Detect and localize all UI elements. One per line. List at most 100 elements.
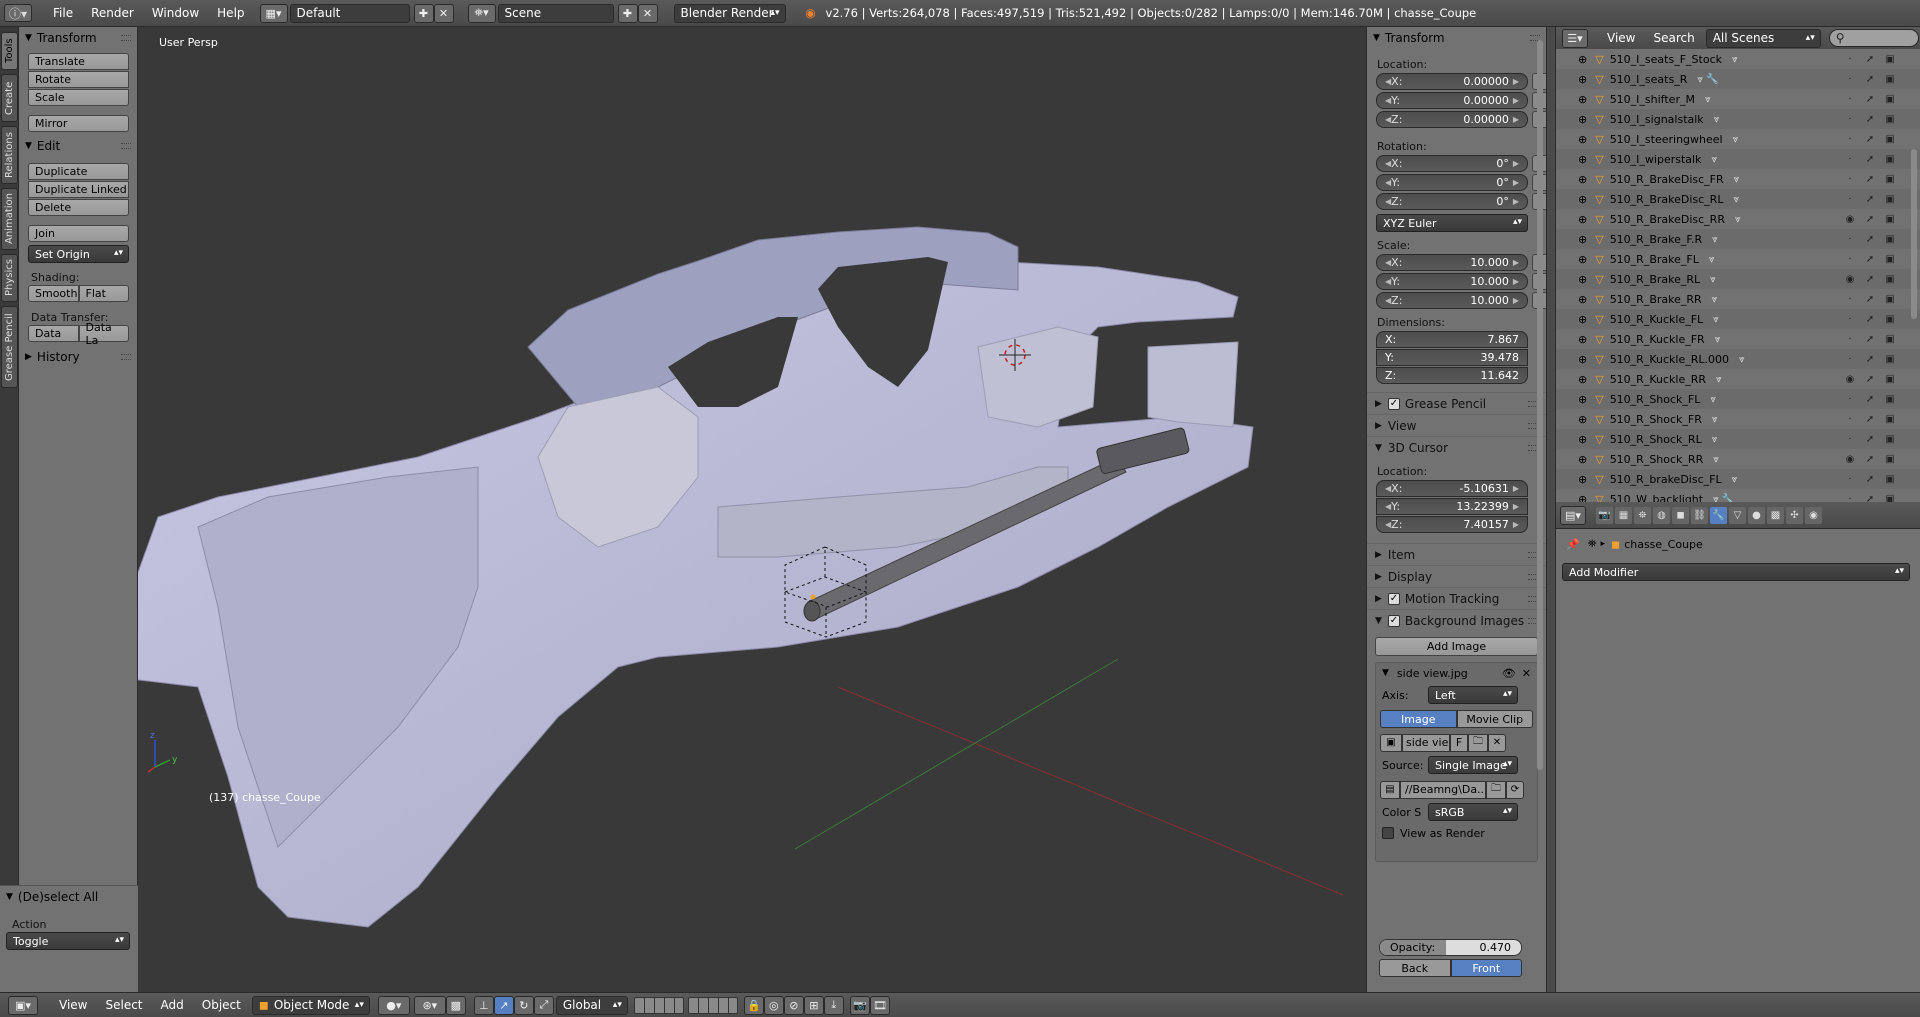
object-name[interactable]: 510_R_Brake_RR <box>1610 293 1702 306</box>
back-button[interactable]: Back <box>1379 959 1451 977</box>
camera-icon[interactable]: ▣ <box>1884 153 1896 165</box>
cursor-z-field[interactable]: ◀ Z: 7.40157 ▶ <box>1376 516 1528 533</box>
view-as-render-row[interactable]: View as Render <box>1376 825 1537 841</box>
cursor-arrow-icon[interactable]: ➚ <box>1864 73 1876 85</box>
tab-relations[interactable]: Relations <box>1 126 18 184</box>
outliner-row[interactable]: ⊕ ▽ 510_I_seats_R ⩔ 🔧 · ➚ ▣ <box>1556 69 1920 89</box>
object-name[interactable]: 510_W_backlight <box>1610 493 1703 503</box>
n-transform-header[interactable]: ▼ Transform <box>1367 27 1546 49</box>
location-x-field[interactable]: ◀ X: 0.00000 ▶ <box>1376 73 1528 90</box>
expand-plus-icon[interactable]: ⊕ <box>1578 353 1587 366</box>
reload-icon[interactable]: ⟳ <box>1506 780 1524 799</box>
camera-icon[interactable]: ▣ <box>1884 473 1896 485</box>
eye-icon[interactable]: · <box>1844 493 1856 503</box>
cursor-arrow-icon[interactable]: ➚ <box>1864 113 1876 125</box>
unlink-icon[interactable]: ✕ <box>1488 733 1506 752</box>
menu-add[interactable]: Add <box>152 998 193 1012</box>
outliner-editor-icon[interactable]: ☰▾ <box>1562 28 1588 48</box>
expand-plus-icon[interactable]: ⊕ <box>1578 253 1587 266</box>
camera-icon[interactable]: ▣ <box>1884 253 1896 265</box>
expand-plus-icon[interactable]: ⊕ <box>1578 53 1587 66</box>
dimension-y-field[interactable]: Y: 39.478 <box>1376 349 1528 366</box>
menu-select[interactable]: Select <box>96 998 151 1012</box>
viewport-scene[interactable]: z y <box>138 27 1366 992</box>
camera-icon[interactable]: ▣ <box>1884 273 1896 285</box>
cursor-arrow-icon[interactable]: ➚ <box>1864 313 1876 325</box>
n-panel-scrollbar[interactable] <box>1537 40 1543 770</box>
outliner-row[interactable]: ⊕ ▽ 510_R_Kuckle_FR ⩔ · ➚ ▣ <box>1556 329 1920 349</box>
eye-icon[interactable]: ◉ <box>1844 273 1856 285</box>
outliner-search-input[interactable]: ⚲ <box>1828 29 1919 47</box>
object-name[interactable]: 510_R_Shock_RL <box>1610 433 1702 446</box>
object-name[interactable]: 510_I_seats_F_Stock <box>1610 53 1722 66</box>
object-name[interactable]: 510_R_Brake_RL <box>1610 273 1700 286</box>
tab-animation[interactable]: Animation <box>1 188 18 250</box>
cursor-arrow-icon[interactable]: ➚ <box>1864 493 1876 503</box>
transform-orientation-dropdown[interactable]: Global ▴▾ <box>555 995 628 1015</box>
expand-plus-icon[interactable]: ⊕ <box>1578 493 1587 503</box>
expand-plus-icon[interactable]: ⊕ <box>1578 73 1587 86</box>
region-divider[interactable] <box>1546 27 1555 992</box>
expand-plus-icon[interactable]: ⊕ <box>1578 413 1587 426</box>
expand-plus-icon[interactable]: ⊕ <box>1578 393 1587 406</box>
render-layers-tab-icon[interactable]: ▦ <box>1615 506 1632 524</box>
outliner-row[interactable]: ⊕ ▽ 510_R_brakeDisc_FL ⩔ · ➚ ▣ <box>1556 469 1920 489</box>
display-panel-header[interactable]: ▶ Display <box>1367 565 1546 587</box>
outliner-row[interactable]: ⊕ ▽ 510_R_BrakeDisc_RL ⩔ · ➚ ▣ <box>1556 189 1920 209</box>
rotation-mode-dropdown[interactable]: XYZ Euler ▴▾ <box>1376 214 1528 232</box>
menu-render[interactable]: Render <box>82 6 143 20</box>
add-modifier-dropdown[interactable]: Add Modifier ▴▾ <box>1562 563 1910 581</box>
eye-icon[interactable]: · <box>1844 73 1856 85</box>
layout-name-field[interactable]: Default <box>289 3 410 23</box>
outliner-row[interactable]: ⊕ ▽ 510_R_BrakeDisc_RR ⩔ ◉ ➚ ▣ <box>1556 209 1920 229</box>
duplicate-linked-button[interactable]: Duplicate Linked <box>28 181 129 198</box>
lock-camera-icon[interactable]: 🔒 <box>743 995 764 1015</box>
camera-icon[interactable]: ▣ <box>1884 393 1896 405</box>
eye-icon[interactable]: ◉ <box>1844 213 1856 225</box>
movie-clip-tab[interactable]: Movie Clip <box>1456 710 1533 728</box>
eye-icon[interactable]: · <box>1844 313 1856 325</box>
tab-tools[interactable]: Tools <box>1 32 18 70</box>
camera-icon[interactable]: ▣ <box>1884 433 1896 445</box>
eye-icon[interactable]: ◉ <box>1844 373 1856 385</box>
eye-icon[interactable]: · <box>1844 193 1856 205</box>
expand-plus-icon[interactable]: ⊕ <box>1578 153 1587 166</box>
scene-tab-icon[interactable]: ⛯ <box>1634 506 1651 524</box>
object-tab-icon[interactable]: ◼ <box>1672 506 1689 524</box>
object-name[interactable]: 510_R_brakeDisc_FL <box>1610 473 1722 486</box>
outliner-row[interactable]: ⊕ ▽ 510_R_BrakeDisc_FR ⩔ · ➚ ▣ <box>1556 169 1920 189</box>
outliner-row[interactable]: ⊕ ▽ 510_I_seats_F_Stock ⩔ · ➚ ▣ <box>1556 49 1920 69</box>
pivot-point-icon[interactable]: ⊛▾ <box>413 995 446 1015</box>
add-image-button[interactable]: Add Image <box>1375 637 1538 656</box>
viewport-shading-icon[interactable]: ●▾ <box>377 995 410 1015</box>
outliner-row[interactable]: ⊕ ▽ 510_R_Shock_RR ⩔ ◉ ➚ ▣ <box>1556 449 1920 469</box>
cursor-arrow-icon[interactable]: ➚ <box>1864 173 1876 185</box>
layer-buttons-2-icon[interactable] <box>687 996 738 1014</box>
duplicate-button[interactable]: Duplicate <box>28 163 129 180</box>
eye-icon[interactable]: · <box>1844 153 1856 165</box>
camera-icon[interactable]: ▣ <box>1884 353 1896 365</box>
eye-icon[interactable]: · <box>1844 133 1856 145</box>
outliner-row[interactable]: ⊕ ▽ 510_R_Kuckle_RL.000 ⩔ · ➚ ▣ <box>1556 349 1920 369</box>
scene-icon[interactable]: ⛯▾ <box>467 3 496 23</box>
tab-create[interactable]: Create <box>1 74 18 122</box>
render-still-icon[interactable]: 📷 <box>849 995 870 1015</box>
filepath-field[interactable]: //Beamng\Da... <box>1400 780 1486 799</box>
eye-icon[interactable]: · <box>1844 113 1856 125</box>
expand-plus-icon[interactable]: ⊕ <box>1578 473 1587 486</box>
render-anim-icon[interactable]: 🎞 <box>869 995 890 1015</box>
eye-icon[interactable]: · <box>1844 173 1856 185</box>
fake-user-button[interactable]: F <box>1450 733 1468 752</box>
object-name[interactable]: 510_R_BrakeDisc_RL <box>1610 193 1724 206</box>
cursor-arrow-icon[interactable]: ➚ <box>1864 253 1876 265</box>
expand-plus-icon[interactable]: ⊕ <box>1578 233 1587 246</box>
camera-icon[interactable]: ▣ <box>1884 113 1896 125</box>
drag-grip-icon[interactable] <box>121 354 131 360</box>
outliner-row[interactable]: ⊕ ▽ 510_R_Brake_FL ⩔ · ➚ ▣ <box>1556 249 1920 269</box>
eye-icon[interactable]: 👁 <box>1502 667 1516 680</box>
constraints-tab-icon[interactable]: ⛓ <box>1691 506 1708 524</box>
expand-triangle-icon[interactable]: ▼ <box>1382 668 1389 678</box>
object-name[interactable]: 510_I_steeringwheel <box>1610 133 1723 146</box>
grease-pencil-panel-header[interactable]: ▶ ✓ Grease Pencil <box>1367 392 1546 414</box>
cursor-arrow-icon[interactable]: ➚ <box>1864 433 1876 445</box>
